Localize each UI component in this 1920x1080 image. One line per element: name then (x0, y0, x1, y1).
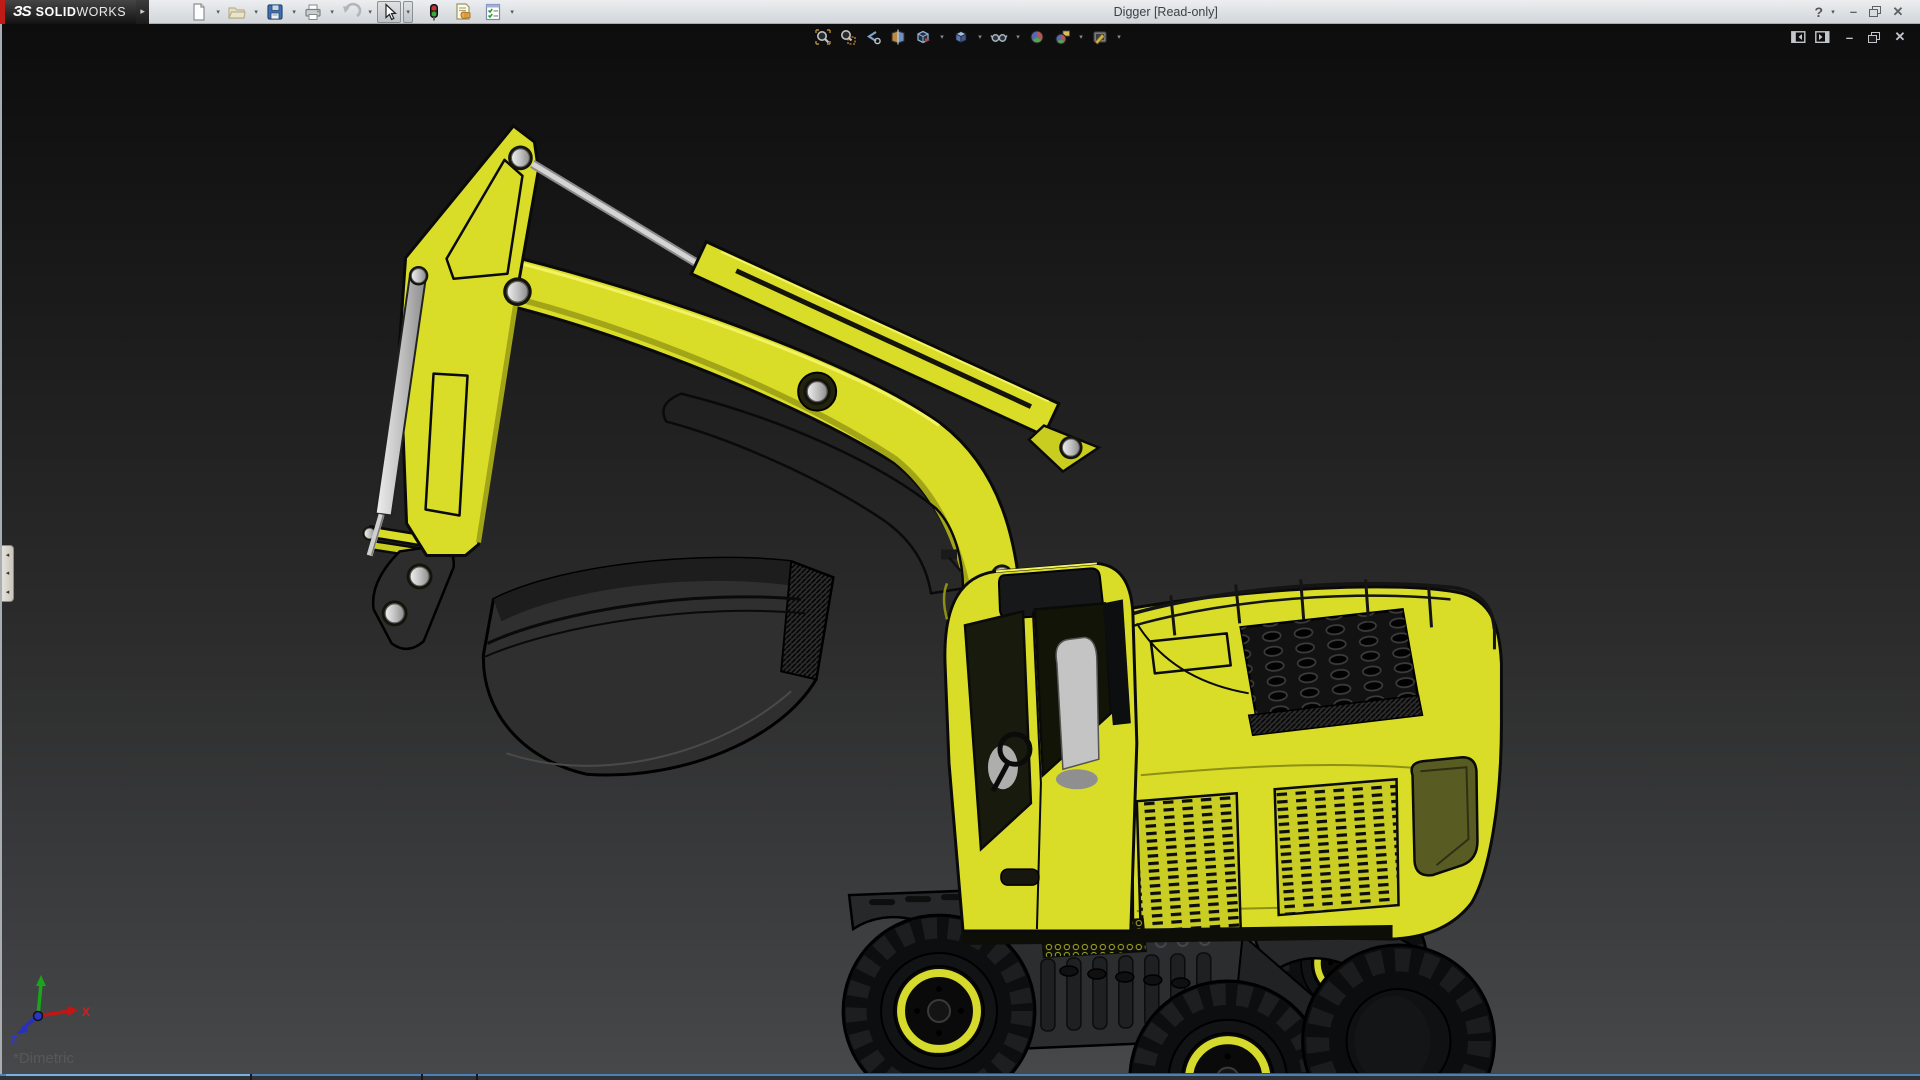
view-settings-dropdown[interactable]: ▾ (1114, 33, 1124, 41)
options-dropdown[interactable]: ▾ (507, 8, 517, 16)
glasses-icon (990, 28, 1008, 46)
titlebar-controls: ? ▾ – ✕ (1814, 4, 1920, 20)
view-orientation-dropdown[interactable]: ▾ (937, 33, 947, 41)
apply-scene-button[interactable] (1051, 27, 1073, 47)
view-orientation-label: *Dimetric (13, 1050, 74, 1067)
x-axis-arrow (68, 1006, 78, 1016)
apply-scene-dropdown[interactable]: ▾ (1076, 33, 1086, 41)
brand-solid: SOLID (36, 5, 77, 19)
brand-works: WORKS (76, 5, 126, 19)
taskbar-active-button-edge[interactable] (6, 1074, 250, 1076)
title-bar: ЗS SOLIDWORKS ▸ ▾ ▾ (0, 0, 1920, 24)
display-style-icon (952, 28, 970, 46)
taskbar-separator (476, 1074, 478, 1080)
select-cursor-icon (380, 3, 398, 21)
section-view-button[interactable] (887, 27, 909, 47)
open-dropdown[interactable]: ▾ (251, 8, 261, 16)
minimize-button[interactable]: – (1843, 4, 1863, 19)
previous-view-button[interactable] (862, 27, 884, 47)
graphics-viewport[interactable]: ▾ ▾ ▾ (0, 24, 1920, 1074)
section-view-icon (889, 28, 907, 46)
zoom-to-fit-button[interactable] (812, 27, 834, 47)
excavator-model[interactable] (2, 24, 1920, 1073)
select-button[interactable] (377, 1, 401, 23)
new-dropdown[interactable]: ▾ (213, 8, 223, 16)
new-document-button[interactable] (187, 1, 211, 23)
hide-show-items-dropdown[interactable]: ▾ (1013, 33, 1023, 41)
appearance-sphere-icon (1028, 28, 1046, 46)
undo-icon (340, 2, 362, 22)
document-close-button[interactable]: ✕ (1890, 29, 1910, 45)
solidworks-logo-mark: ЗS (13, 3, 31, 20)
print-dropdown[interactable]: ▾ (327, 8, 337, 16)
display-style-button[interactable] (950, 27, 972, 47)
view-orientation-icon (914, 28, 932, 46)
triad-origin (34, 1012, 43, 1021)
undo-dropdown[interactable]: ▾ (365, 8, 375, 16)
open-icon (227, 2, 247, 22)
help-icon[interactable]: ? (1814, 4, 1823, 20)
file-properties-icon (453, 2, 473, 22)
open-button[interactable] (225, 1, 249, 23)
zoom-to-fit-icon (814, 28, 832, 46)
document-title: Digger [Read-only] (517, 5, 1814, 19)
document-restore-button[interactable] (1868, 32, 1881, 43)
edit-appearance-button[interactable] (1026, 27, 1048, 47)
zoom-to-area-button[interactable] (837, 27, 859, 47)
x-axis-label: X (82, 1005, 90, 1019)
bucket[interactable] (362, 526, 833, 775)
reference-triad: X Z (8, 974, 104, 1046)
pane-toggle-right-icon[interactable] (1815, 31, 1830, 43)
zoom-to-area-icon (839, 28, 857, 46)
taskbar-separator (421, 1074, 423, 1080)
options-button[interactable] (481, 1, 505, 23)
print-button[interactable] (301, 1, 325, 23)
view-orientation-button[interactable] (912, 27, 934, 47)
rebuild-button[interactable] (421, 1, 445, 23)
document-window-controls: – ✕ (1791, 29, 1910, 45)
collapse-arrow-icon: ◂ (6, 588, 10, 596)
hide-show-items-button[interactable] (988, 27, 1010, 47)
previous-view-icon (864, 28, 882, 46)
save-button[interactable] (263, 1, 287, 23)
cab[interactable] (941, 549, 1137, 931)
z-axis-label: Z (10, 1033, 17, 1046)
pane-toggle-left-icon[interactable] (1791, 31, 1806, 43)
apply-scene-icon (1053, 28, 1071, 46)
print-icon (303, 2, 323, 22)
view-settings-button[interactable] (1089, 27, 1111, 47)
save-icon (265, 2, 285, 22)
standard-toolbar: ▾ ▾ ▾ (187, 1, 517, 23)
restore-button[interactable] (1869, 6, 1882, 17)
menu-flyout-arrow[interactable]: ▸ (136, 0, 149, 24)
save-dropdown[interactable]: ▾ (289, 8, 299, 16)
taskbar-edge (0, 1074, 1920, 1076)
z-axis-arrow (16, 1024, 28, 1034)
undo-button[interactable] (339, 1, 363, 23)
collapse-arrow-icon: ◂ (6, 551, 10, 559)
display-style-dropdown[interactable]: ▾ (975, 33, 985, 41)
y-axis-arrow (36, 975, 46, 986)
help-dropdown[interactable]: ▾ (1829, 8, 1837, 16)
taskbar-separator (250, 1074, 252, 1080)
document-minimize-button[interactable]: – (1839, 30, 1859, 45)
collapse-arrow-icon: ◂ (6, 569, 10, 577)
options-icon (483, 2, 503, 22)
solidworks-window: ЗS SOLIDWORKS ▸ ▾ ▾ (0, 0, 1920, 1080)
solidworks-logo[interactable]: ЗS SOLIDWORKS (5, 0, 136, 24)
windows-taskbar-sliver[interactable] (0, 1074, 1920, 1080)
select-dropdown[interactable]: ▾ (403, 1, 413, 23)
flyout-arrow-icon: ▸ (140, 6, 145, 17)
new-document-icon (189, 2, 209, 22)
close-button[interactable]: ✕ (1888, 4, 1908, 20)
view-settings-icon (1091, 28, 1109, 46)
feature-tree-collapse-handle[interactable]: ◂ ◂ ◂ (2, 545, 14, 602)
rebuild-traffic-light-icon (423, 2, 443, 22)
file-properties-button[interactable] (451, 1, 475, 23)
heads-up-view-toolbar: ▾ ▾ ▾ (812, 27, 1124, 47)
